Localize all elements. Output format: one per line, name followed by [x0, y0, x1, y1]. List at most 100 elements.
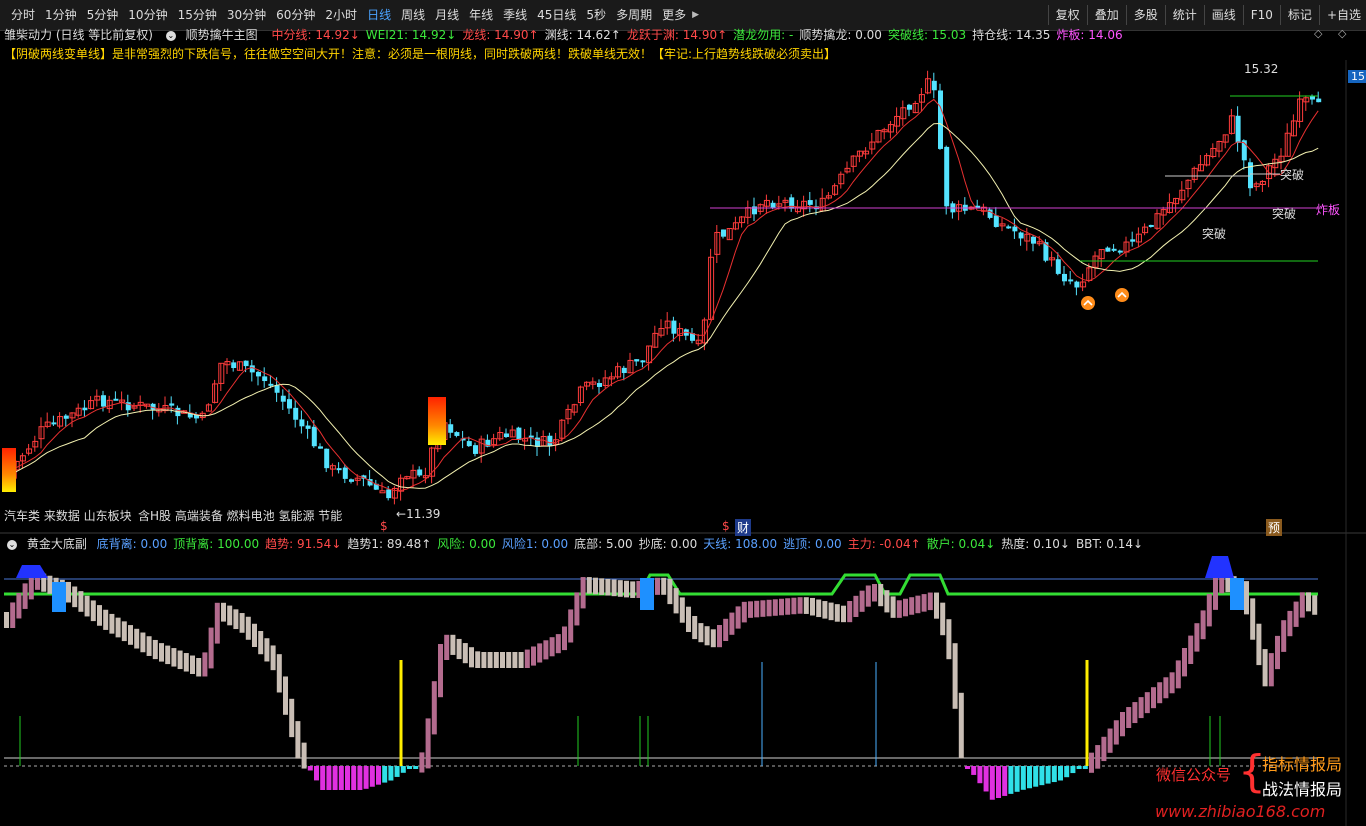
low-price-label: ←11.39: [396, 507, 441, 521]
sub-indicator-value-5: 风险1: 0.00: [501, 537, 569, 551]
sub-histogram-bar: [103, 609, 109, 630]
candle-body-down: [1018, 232, 1024, 239]
sub-indicator-value-8: 天线: 108.00: [703, 537, 778, 551]
candle-body-down: [1111, 248, 1117, 251]
sub-histogram-bar: [245, 616, 251, 640]
sub-indicator-name[interactable]: 黄金大底副: [27, 537, 87, 551]
candle-body-down: [231, 362, 237, 369]
sub-histogram-bar: [971, 766, 977, 775]
sub-histogram-bar: [1027, 766, 1032, 789]
sub-histogram-bar: [673, 588, 679, 614]
sub-histogram-bar: [859, 590, 865, 612]
price-chart-canvas[interactable]: [0, 0, 1366, 826]
sub-histogram-bar: [66, 581, 71, 603]
candle-body-down: [169, 403, 175, 406]
candle-body-down: [938, 90, 943, 149]
sub-histogram-bar: [500, 652, 505, 668]
sub-histogram-bar: [326, 766, 332, 790]
sub-histogram-bar: [258, 631, 264, 655]
candle-body-down: [1130, 239, 1136, 242]
sub-histogram-bar: [1039, 766, 1045, 786]
sub-histogram-bar: [165, 645, 171, 665]
sub-histogram-bar: [16, 592, 22, 619]
sub-histogram-bar: [1132, 702, 1138, 724]
sub-histogram-bar: [692, 616, 698, 640]
buy-signal-icon: [1081, 296, 1095, 310]
sub-histogram-bar: [419, 752, 425, 773]
sub-indicator-value-12: 热度: 0.10↓: [1001, 537, 1070, 551]
ma-yellow-line: [9, 123, 1319, 489]
candle-body-down: [101, 395, 106, 407]
sub-histogram-bar: [537, 643, 543, 663]
event-marker-s2[interactable]: $: [722, 519, 730, 533]
sub-histogram-bar: [661, 577, 667, 595]
chevron-down-icon[interactable]: ⌄: [7, 539, 17, 550]
candle-body-down: [293, 407, 299, 420]
sub-histogram-bar: [853, 595, 859, 617]
sub-histogram-bar: [1051, 766, 1057, 783]
sub-indicator-value-4: 风险: 0.00: [437, 537, 496, 551]
sub-histogram-bar: [121, 621, 127, 642]
event-marker-s1[interactable]: $: [380, 519, 388, 533]
sub-histogram-bar: [630, 581, 636, 598]
candle-body-down: [535, 437, 540, 447]
candle-body-down: [1031, 236, 1036, 244]
sub-histogram-bar: [1126, 707, 1132, 728]
candle-body-down: [268, 383, 274, 386]
event-marker-cai[interactable]: 财: [735, 519, 752, 536]
sub-histogram-bar: [865, 585, 871, 607]
sub-histogram-bar: [438, 644, 443, 698]
sub-histogram-bar: [568, 609, 574, 643]
candle-body-down: [51, 422, 57, 425]
breakthrough-label-1: 突破: [1280, 168, 1305, 182]
candle-body-down: [63, 415, 69, 419]
top-cap-blue-right: [1205, 556, 1234, 578]
sub-histogram-bar: [1033, 766, 1039, 787]
sub-histogram-bar: [469, 647, 474, 668]
watermark-wechat: 微信公众号: [1156, 766, 1232, 784]
candle-body-down: [274, 385, 280, 393]
candle-body-up: [379, 490, 386, 494]
sub-histogram-bar: [1206, 593, 1212, 627]
sub-histogram-bar: [4, 612, 9, 628]
sub-histogram-bar: [927, 592, 933, 611]
sub-histogram-bar: [580, 577, 586, 609]
sub-histogram-bar: [710, 629, 716, 648]
sub-histogram-bar: [425, 718, 431, 769]
sub-histogram-bar: [772, 599, 778, 616]
candle-body-down: [243, 360, 249, 367]
sub-histogram-bar: [1268, 653, 1274, 687]
event-marker-yu[interactable]: 预: [1266, 519, 1283, 536]
sub-histogram-bar: [977, 766, 983, 784]
sub-histogram-bar: [202, 652, 208, 677]
sub-histogram-bar: [1169, 672, 1175, 694]
sub-histogram-bar: [1250, 598, 1256, 640]
sub-histogram-bar: [549, 637, 555, 657]
sub-histogram-bar: [1095, 745, 1101, 769]
watermark-url: www.zhibiao168.com: [1155, 802, 1326, 821]
sub-histogram-bar: [1312, 595, 1318, 615]
sub-histogram-bar: [785, 598, 791, 615]
sub-histogram-bar: [295, 721, 301, 759]
sub-histogram-bar: [84, 595, 90, 617]
sub-indicator-value-10: 主力: -0.04↑: [847, 537, 921, 551]
sub-histogram-bar: [803, 597, 809, 614]
candle-body-down: [516, 427, 522, 440]
candle-body-down: [262, 376, 268, 382]
sub-histogram-bar: [289, 698, 295, 738]
candle-body-down: [944, 146, 950, 207]
sub-histogram-bar: [797, 597, 803, 614]
sub-histogram-bar: [97, 605, 102, 626]
sub-histogram-bar: [1175, 660, 1181, 689]
sub-histogram-bar: [686, 606, 691, 632]
candle-body-down: [1117, 250, 1123, 253]
sub-indicator-header: ⌄ 黄金大底副 底背离: 0.00 顶背离: 100.00 趋势: 91.54↓ 趋势…: [4, 535, 1155, 553]
sub-histogram-bar: [593, 577, 598, 595]
sub-histogram-bar: [679, 597, 685, 623]
sub-histogram-bar: [1182, 648, 1187, 677]
sub-histogram-bar: [444, 634, 450, 660]
sub-histogram-bar: [586, 577, 592, 594]
sub-histogram-bar: [934, 592, 939, 619]
sub-histogram-bar: [524, 649, 530, 668]
sub-histogram-bar: [450, 634, 456, 655]
